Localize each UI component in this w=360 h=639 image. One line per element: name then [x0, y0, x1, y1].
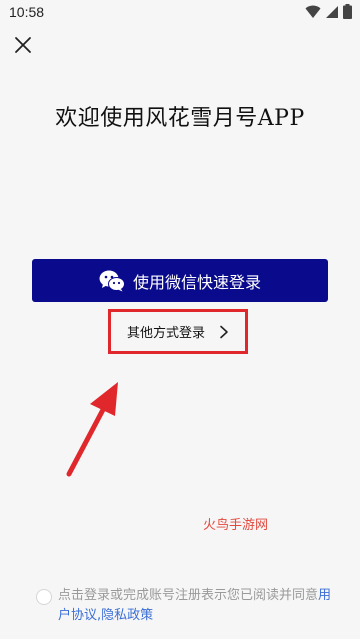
signal-icon — [325, 4, 339, 23]
wifi-icon — [305, 4, 321, 23]
close-icon — [14, 36, 32, 58]
agreement-checkbox[interactable] — [36, 589, 52, 605]
status-icons — [305, 3, 352, 23]
agreement: 点击登录或完成账号注册表示您已阅读并同意用户协议,隐私政策 — [36, 586, 336, 626]
privacy-policy-link[interactable]: 隐私政策 — [101, 608, 153, 623]
status-bar: 10:58 — [0, 0, 360, 26]
annotation-arrow — [60, 380, 130, 480]
other-login-button[interactable]: 其他方式登录 — [108, 309, 248, 354]
wechat-login-button[interactable]: 使用微信快速登录 — [32, 259, 328, 302]
other-login-label: 其他方式登录 — [126, 326, 205, 341]
login-screen: 10:58 欢迎使用风花雪月号APP 使用微信快速登录 其他方式登录 火鸟手游网… — [0, 0, 360, 639]
wechat-icon — [99, 270, 125, 292]
agreement-text: 点击登录或完成账号注册表示您已阅读并同意用户协议,隐私政策 — [58, 586, 334, 626]
battery-icon — [343, 3, 352, 23]
watermark-text: 火鸟手游网 — [203, 518, 269, 533]
chevron-right-icon — [219, 325, 229, 339]
status-time: 10:58 — [9, 4, 45, 20]
page-title: 欢迎使用风花雪月号APP — [55, 106, 305, 131]
agreement-prefix: 点击登录或完成账号注册表示您已阅读并同意 — [58, 588, 319, 603]
wechat-login-label: 使用微信快速登录 — [132, 272, 261, 292]
close-button[interactable] — [10, 34, 36, 60]
